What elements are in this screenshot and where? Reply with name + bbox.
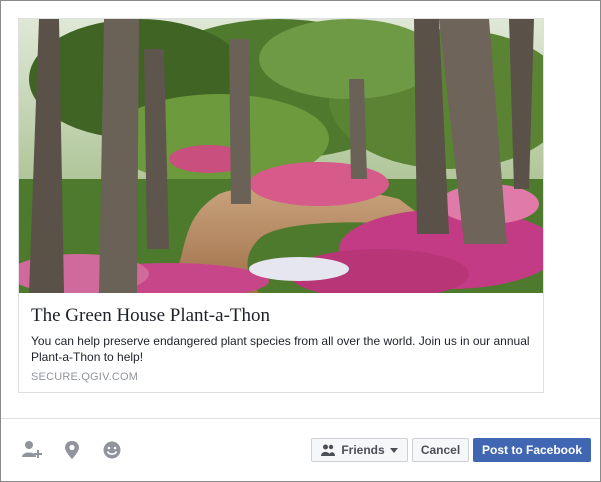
feeling-smiley-icon[interactable] — [101, 439, 123, 461]
link-preview-card[interactable]: The Green House Plant-a-Thon You can hel… — [18, 18, 544, 393]
share-dialog: The Green House Plant-a-Thon You can hel… — [0, 0, 601, 482]
link-preview-image — [19, 19, 543, 293]
link-description: You can help preserve endangered plant s… — [31, 334, 530, 364]
post-to-facebook-button[interactable]: Post to Facebook — [473, 438, 591, 462]
footer-divider — [1, 418, 600, 419]
chevron-down-icon — [389, 447, 398, 453]
location-pin-icon[interactable] — [61, 439, 83, 461]
audience-selector-button[interactable]: Friends — [311, 438, 408, 462]
friends-icon — [321, 444, 336, 456]
tag-friends-icon[interactable] — [21, 439, 43, 461]
audience-label: Friends — [341, 443, 385, 457]
link-domain: SECURE.QGIV.COM — [31, 371, 139, 383]
cancel-button[interactable]: Cancel — [412, 438, 469, 462]
link-title[interactable]: The Green House Plant-a-Thon — [31, 305, 270, 327]
